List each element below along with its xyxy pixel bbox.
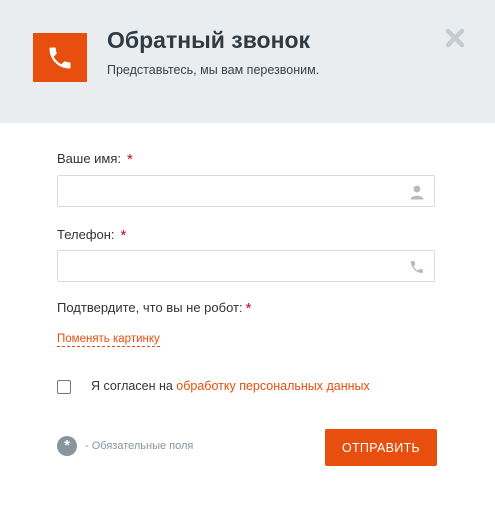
close-icon[interactable] [444, 27, 466, 49]
asterisk-icon: * [57, 436, 77, 456]
user-icon [409, 184, 425, 200]
consent-text: Я согласен на обработку персональных дан… [91, 379, 370, 393]
phone-label: Телефон: * [57, 227, 127, 244]
modal-header: Обратный звонок Представьтесь, мы вам пе… [0, 0, 495, 123]
personal-data-link[interactable]: обработку персональных данных [176, 379, 369, 393]
phone-input[interactable] [58, 251, 398, 281]
required-fields-note: - Обязательные поля [85, 440, 194, 452]
captcha-label: Подтвердите, что вы не робот: * [57, 300, 252, 317]
phone-field[interactable] [57, 250, 435, 282]
phone-icon [33, 33, 87, 82]
required-mark: * [120, 227, 127, 244]
submit-button[interactable]: Отправить [325, 429, 437, 466]
name-label: Ваше имя: * [57, 151, 133, 168]
name-input[interactable] [58, 176, 398, 206]
change-picture-link[interactable]: Поменять картинку [57, 333, 160, 347]
consent-checkbox[interactable] [57, 380, 71, 394]
phone-icon [409, 259, 425, 275]
required-mark: * [245, 300, 252, 317]
required-mark: * [127, 151, 133, 168]
modal-subtitle: Представьтесь, мы вам перезвоним. [107, 63, 320, 77]
name-field[interactable] [57, 175, 435, 207]
modal-title: Обратный звонок [107, 27, 311, 53]
